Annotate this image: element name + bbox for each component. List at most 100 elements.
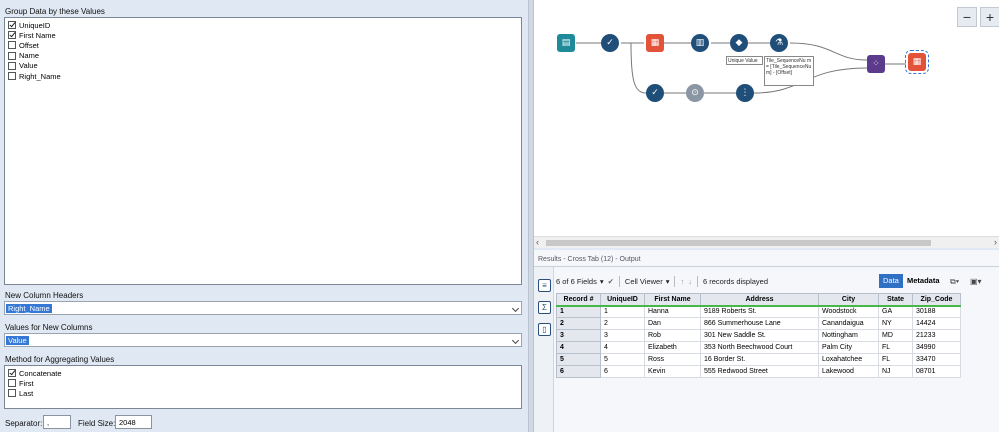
column-header[interactable]: State (878, 293, 913, 307)
unique-icon[interactable]: ◆ (730, 34, 748, 52)
fields-selector[interactable]: 6 of 6 Fields (556, 277, 597, 286)
table-cell[interactable]: Kevin (644, 365, 701, 378)
cross-tab-icon[interactable]: ▦ (905, 50, 929, 74)
chevron-down-icon[interactable]: ▾ (600, 277, 604, 286)
table-cell[interactable]: 5 (556, 353, 601, 366)
values-for-new-columns-dropdown[interactable]: Value (4, 333, 522, 347)
join-icon[interactable]: ⁘ (867, 55, 885, 73)
chevron-down-icon[interactable]: ▾ (666, 277, 670, 286)
data-tab[interactable]: Data (879, 274, 903, 288)
table-cell[interactable]: 1 (556, 305, 601, 318)
separator-input[interactable]: , (43, 415, 71, 429)
table-cell[interactable]: 33470 (912, 353, 961, 366)
checkbox[interactable] (8, 379, 16, 388)
table-cell[interactable]: 16 Border St. (700, 353, 819, 366)
group-field-option[interactable]: UniqueID (5, 20, 521, 30)
group-field-option[interactable]: First Name (5, 30, 521, 40)
table-cell[interactable]: FL (878, 353, 913, 366)
column-header[interactable]: Record # (556, 293, 601, 307)
workflow-canvas[interactable]: ▤ ✓ ▦ ▥ ◆ ⚗ ⁘ ▦ ✓ ⊙ ⋮ Unique Value Tile_… (534, 0, 999, 236)
checkmark-icon[interactable]: ✔ (608, 277, 614, 286)
table-cell[interactable]: 353 North Beechwood Court (700, 341, 819, 354)
table-row[interactable]: 5 5 Ross 16 Border St. Loxahatchee FL 33470 (556, 353, 961, 366)
aggregation-option[interactable]: Last (5, 388, 521, 398)
new-column-headers-dropdown[interactable]: Right_Name (4, 301, 522, 315)
table-cell[interactable]: MD (878, 329, 913, 342)
table-cell[interactable]: 9189 Roberts St. (700, 305, 819, 318)
table-cell[interactable]: 3 (556, 329, 601, 342)
table-cell[interactable]: 08701 (912, 365, 961, 378)
summary-icon[interactable]: Σ (538, 301, 551, 314)
checkbox[interactable] (8, 61, 16, 70)
multi-row-icon[interactable]: ⋮ (736, 84, 754, 102)
table-row[interactable]: 3 3 Rob 301 New Saddle St. Nottingham MD 21233 (556, 329, 961, 342)
tile-icon[interactable]: ▥ (691, 34, 709, 52)
checkbox[interactable] (8, 51, 16, 60)
table-row[interactable]: 4 4 Elizabeth 353 North Beechwood Court Palm… (556, 341, 961, 354)
select-check-icon-2[interactable]: ✓ (646, 84, 664, 102)
table-row[interactable]: 1 1 Hanna 9189 Roberts St. Woodstock GA 30188 (556, 305, 961, 318)
table-cell[interactable]: Nottingham (818, 329, 879, 342)
cell-viewer-button[interactable]: Cell Viewer (625, 277, 663, 286)
table-cell[interactable]: 6 (556, 365, 601, 378)
table-cell[interactable]: NJ (878, 365, 913, 378)
column-header[interactable]: City (818, 293, 879, 307)
table-cell[interactable]: Palm City (818, 341, 879, 354)
column-header[interactable]: Address (700, 293, 819, 307)
table-row[interactable]: 6 6 Kevin 555 Redwood Street Lakewood NJ 08701 (556, 365, 961, 378)
chevron-down-icon[interactable] (511, 336, 520, 345)
scroll-left-icon[interactable]: ‹ (536, 237, 539, 247)
table-cell[interactable]: 4 (600, 341, 645, 354)
checkbox[interactable] (8, 41, 16, 50)
formula-flask-icon[interactable]: ⚗ (770, 34, 788, 52)
table-cell[interactable]: Lakewood (818, 365, 879, 378)
document-icon[interactable]: ▯ (538, 323, 551, 336)
table-cell[interactable]: 2 (600, 317, 645, 330)
column-header[interactable]: First Name (644, 293, 701, 307)
filter-icon[interactable]: ⊙ (686, 84, 704, 102)
table-cell[interactable]: NY (878, 317, 913, 330)
table-cell[interactable]: Dan (644, 317, 701, 330)
table-cell[interactable]: Ross (644, 353, 701, 366)
arrow-down-icon[interactable]: ↓ (688, 277, 692, 286)
zoom-out-button[interactable]: − (957, 7, 977, 27)
field-size-input[interactable]: 2048 (115, 415, 152, 429)
checkbox[interactable] (8, 72, 16, 81)
table-cell[interactable]: 21233 (912, 329, 961, 342)
table-cell[interactable]: Hanna (644, 305, 701, 318)
table-cell[interactable]: Elizabeth (644, 341, 701, 354)
table-cell[interactable]: Canandaigua (818, 317, 879, 330)
canvas-horizontal-scrollbar[interactable]: ‹ › (534, 236, 999, 248)
checkbox[interactable] (8, 369, 16, 378)
table-cell[interactable]: 4 (556, 341, 601, 354)
zoom-in-button[interactable]: + (980, 7, 999, 27)
checkbox[interactable] (8, 21, 16, 30)
group-field-option[interactable]: Value (5, 61, 521, 71)
aggregation-option[interactable]: First (5, 378, 521, 388)
table-cell[interactable]: 2 (556, 317, 601, 330)
column-header[interactable]: UniqueID (600, 293, 645, 307)
checkbox[interactable] (8, 389, 16, 398)
table-row[interactable]: 2 2 Dan 866 Summerhouse Lane Canandaigua NY 14… (556, 317, 961, 330)
group-field-option[interactable]: Right_Name (5, 71, 521, 81)
chevron-down-icon[interactable] (511, 304, 520, 313)
arrow-up-icon[interactable]: ↑ (680, 277, 684, 286)
metadata-tab[interactable]: Metadata (903, 274, 944, 288)
group-field-option[interactable]: Offset (5, 40, 521, 50)
table-cell[interactable]: Loxahatchee (818, 353, 879, 366)
table-cell[interactable]: 3 (600, 329, 645, 342)
table-cell[interactable]: FL (878, 341, 913, 354)
table-cell[interactable]: 6 (600, 365, 645, 378)
input-book-icon[interactable]: ▤ (557, 34, 575, 52)
table-cell[interactable]: 1 (600, 305, 645, 318)
table-cell[interactable]: 5 (600, 353, 645, 366)
table-cell[interactable]: 301 New Saddle St. (700, 329, 819, 342)
table-cell[interactable]: 34990 (912, 341, 961, 354)
copy-icon[interactable]: ⧉▾ (950, 277, 959, 287)
table-view-icon[interactable]: ≡ (538, 279, 551, 292)
table-cell[interactable]: GA (878, 305, 913, 318)
record-id-icon[interactable]: ▦ (646, 34, 664, 52)
aggregation-option[interactable]: Concatenate (5, 368, 521, 378)
scroll-thumb[interactable] (546, 240, 931, 246)
table-cell[interactable]: 30188 (912, 305, 961, 318)
